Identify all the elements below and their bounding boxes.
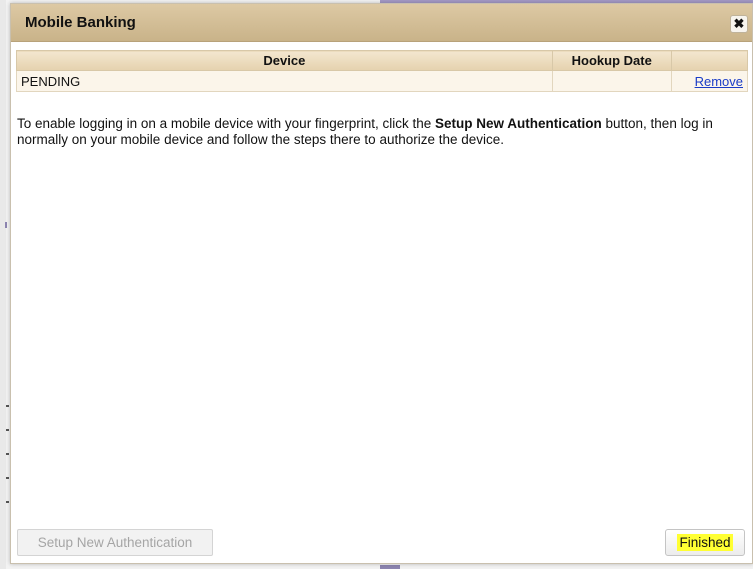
instructions-before: To enable logging in on a mobile device … — [17, 115, 435, 131]
instructions-text: To enable logging in on a mobile device … — [17, 116, 751, 148]
mobile-banking-dialog: Mobile Banking ✖ Device Hookup Date PEND… — [10, 3, 753, 564]
dialog-titlebar: Mobile Banking ✖ — [11, 4, 752, 42]
dialog-title: Mobile Banking — [25, 14, 136, 31]
hookup-date-cell — [551, 70, 672, 92]
table-header-row: Device Hookup Date — [16, 50, 749, 71]
background-page-strip — [380, 565, 400, 569]
table-row: PENDING Remove — [16, 70, 749, 92]
column-header-hookup-date: Hookup Date — [551, 50, 672, 71]
setup-new-authentication-button[interactable]: Setup New Authentication — [17, 529, 213, 556]
instructions-button-name: Setup New Authentication — [435, 115, 602, 131]
devices-table: Device Hookup Date PENDING Remove — [16, 50, 749, 92]
device-cell: PENDING — [16, 70, 553, 92]
finished-button[interactable]: Finished — [665, 529, 745, 556]
remove-link[interactable]: Remove — [676, 74, 743, 89]
column-header-device: Device — [16, 50, 553, 71]
action-cell: Remove — [670, 70, 749, 92]
column-header-action — [670, 50, 749, 71]
close-button[interactable]: ✖ — [730, 15, 748, 33]
finished-button-label: Finished — [677, 534, 733, 551]
close-icon: ✖ — [733, 16, 745, 31]
background-page-mark — [5, 222, 7, 228]
